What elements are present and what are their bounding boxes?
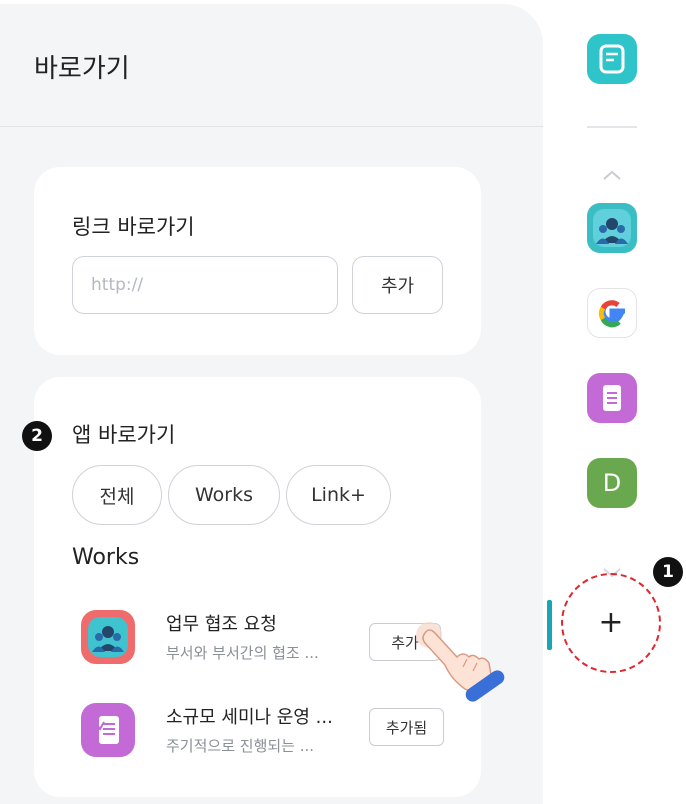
add-link-button[interactable]: 추가 (352, 256, 443, 314)
filter-chip-linkplus[interactable]: Link+ (286, 465, 391, 525)
collaboration-app-icon (81, 610, 135, 664)
add-shortcut-button[interactable]: + (561, 573, 661, 673)
seminar-app-icon (81, 703, 135, 757)
link-shortcut-card: 링크 바로가기 추가 (34, 167, 481, 355)
link-shortcut-title: 링크 바로가기 (72, 215, 195, 239)
document-app-icon[interactable] (587, 373, 637, 423)
google-icon[interactable] (587, 288, 637, 338)
step-badge-2: 2 (22, 421, 52, 451)
app-list-item[interactable]: 소규모 세미나 운영 ... 주기적으로 진행되는 ... 추가됨 (34, 703, 481, 783)
panel-divider (0, 126, 543, 127)
app-shortcut-title: 앱 바로가기 (72, 423, 176, 447)
plus-icon: + (598, 605, 624, 640)
app-name: 소규모 세미나 운영 ... (166, 707, 333, 728)
app-description: 부서와 부서간의 협조 ... (166, 644, 319, 662)
url-input[interactable] (72, 256, 338, 314)
panel-title: 바로가기 (34, 54, 130, 84)
section-label: Works (72, 545, 140, 570)
step-badge-1: 1 (653, 557, 683, 587)
app-list-item[interactable]: 업무 협조 요청 부서와 부서간의 협조 ... 추가 (34, 610, 481, 690)
rail-divider (587, 126, 637, 128)
app-description: 주기적으로 진행되는 ... (166, 737, 315, 755)
collaboration-app-icon[interactable] (587, 203, 637, 253)
app-shortcut-card: 2 앱 바로가기 전체 Works Link+ Works 업무 협조 요청 부… (22, 377, 481, 797)
filter-chip-works[interactable]: Works (168, 465, 280, 525)
add-app-button[interactable]: 추가 (369, 623, 441, 661)
app-name: 업무 협조 요청 (166, 614, 277, 635)
added-app-button[interactable]: 추가됨 (369, 708, 444, 746)
filter-chip-all[interactable]: 전체 (72, 465, 162, 525)
chevron-up-icon[interactable] (601, 168, 623, 182)
active-indicator (547, 600, 552, 650)
letter-avatar-icon[interactable]: D (587, 458, 637, 508)
shortcut-panel: 바로가기 링크 바로가기 추가 2 앱 바로가기 전체 Works Link+ … (0, 4, 543, 804)
memo-icon[interactable] (587, 34, 637, 84)
